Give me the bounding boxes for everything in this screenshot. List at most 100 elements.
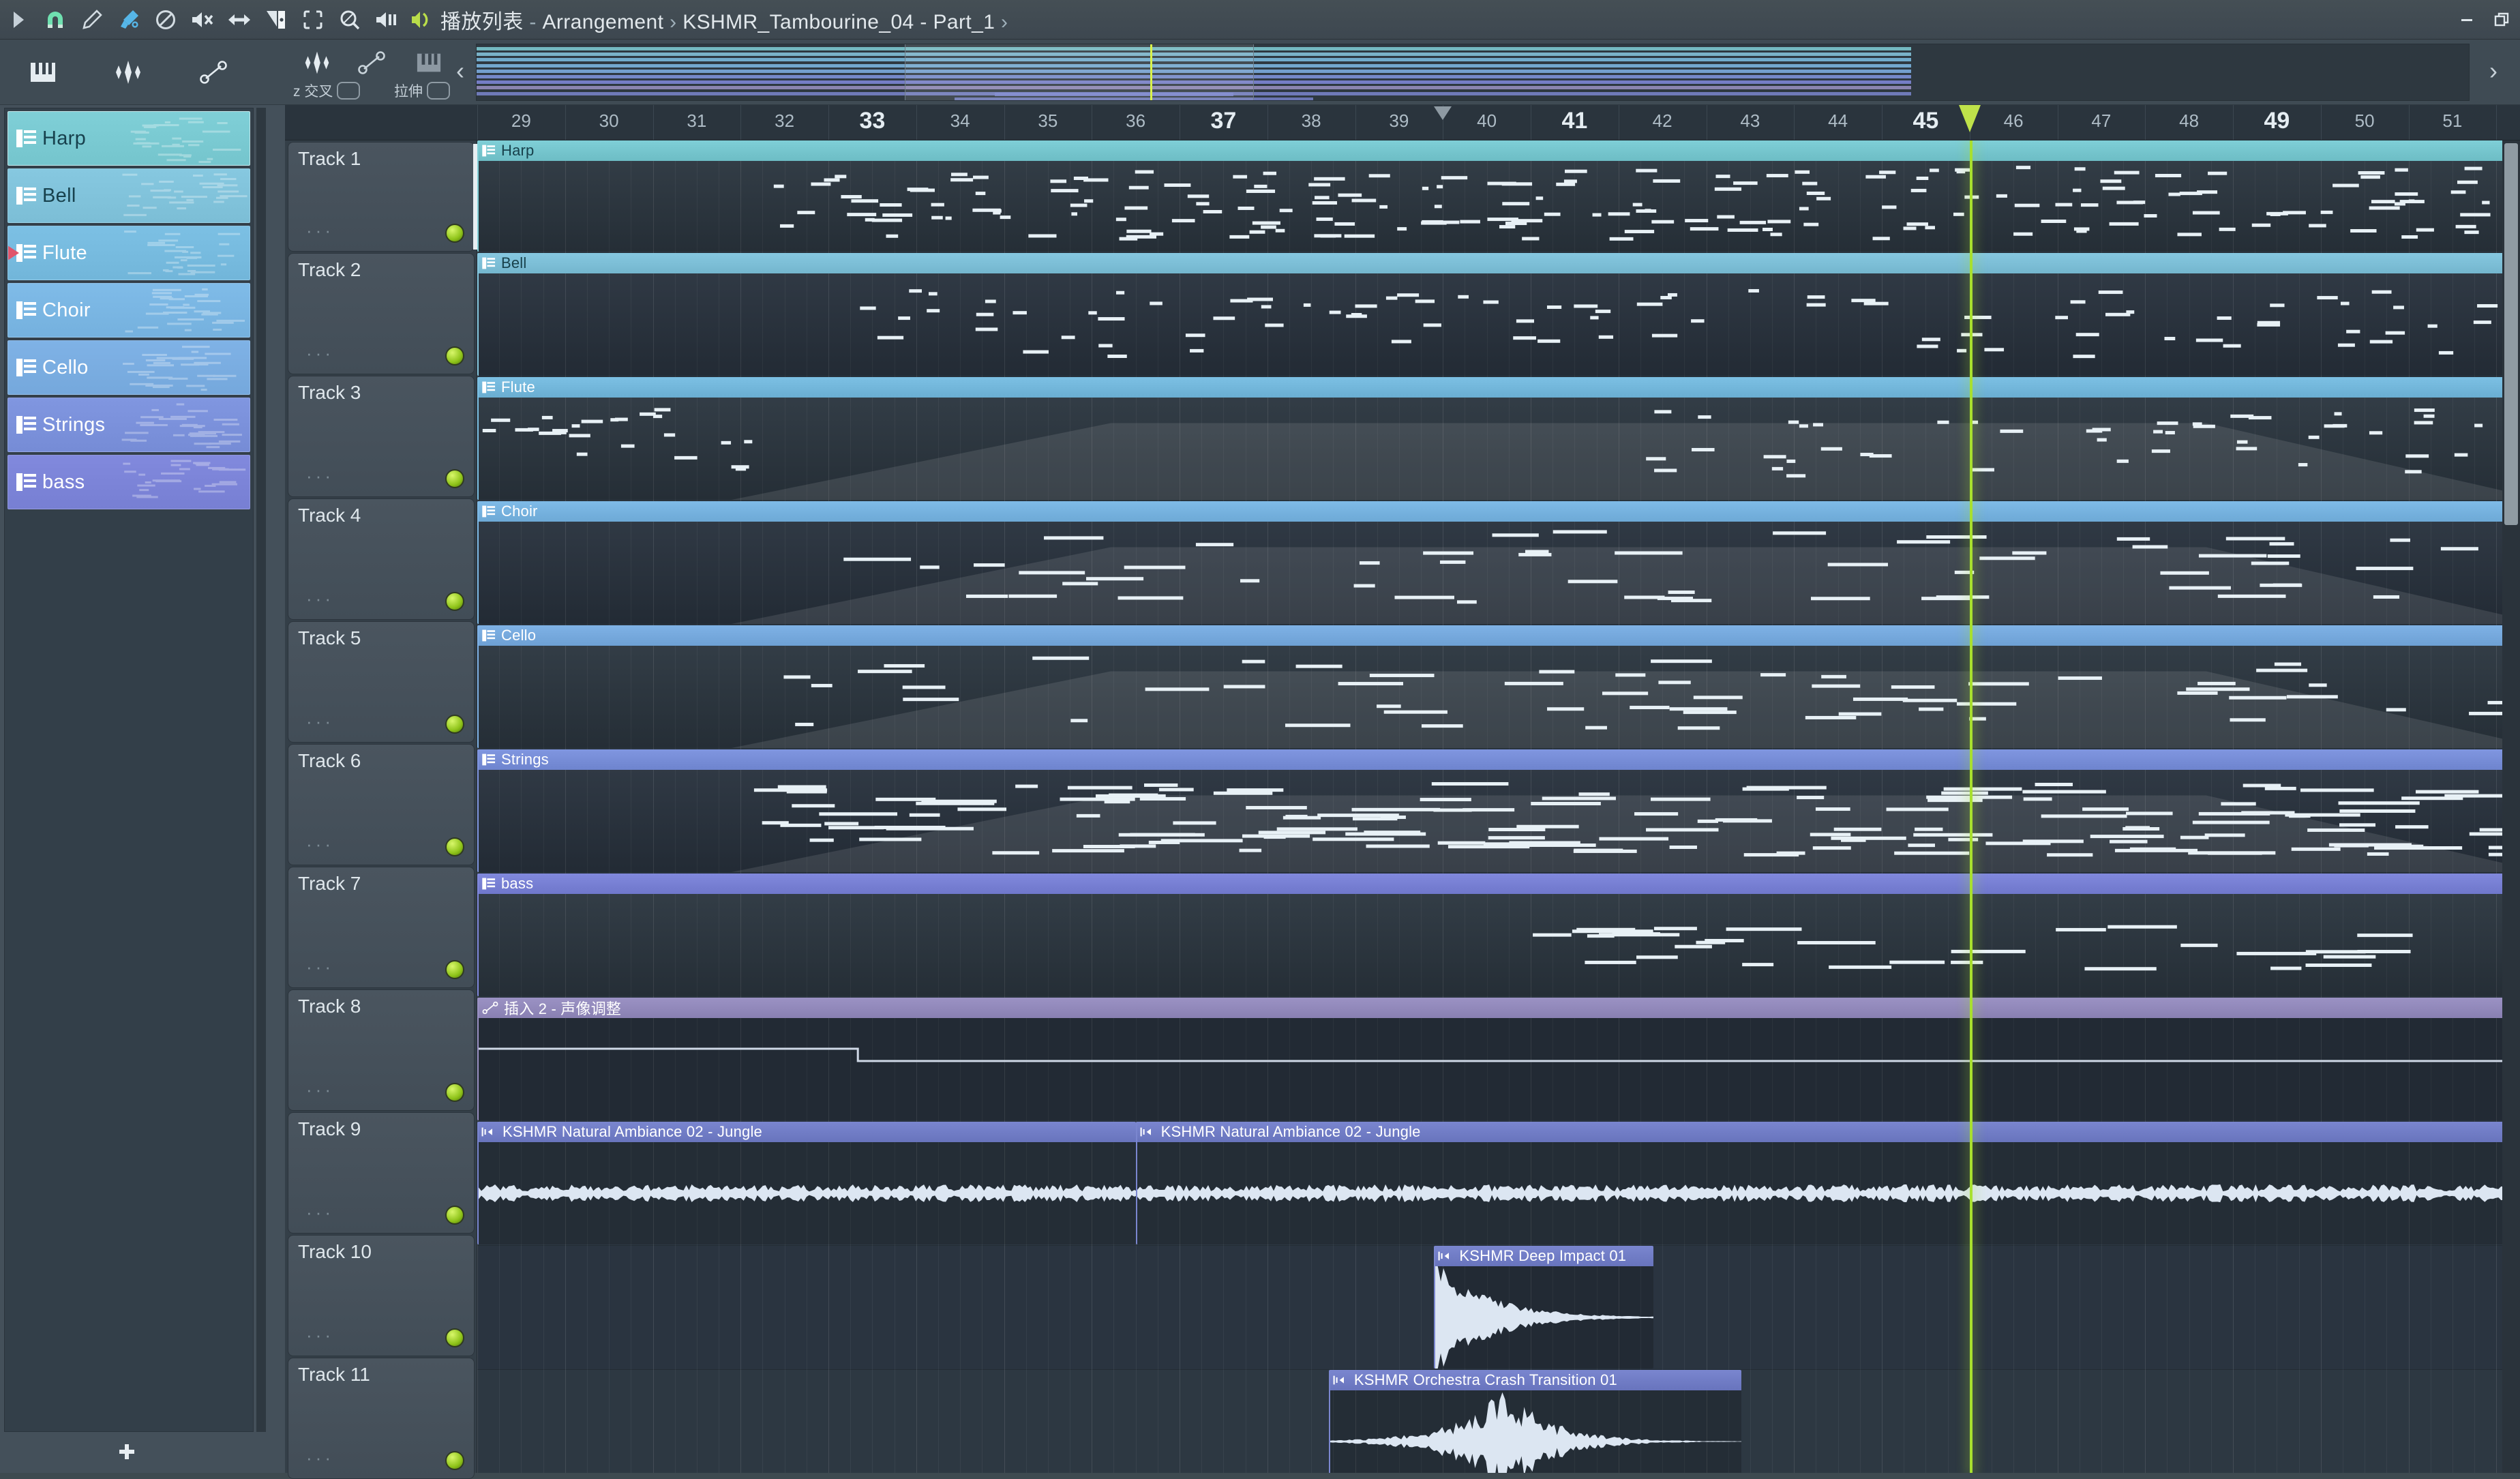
add-pattern-button[interactable] xyxy=(0,1436,254,1467)
track-header[interactable]: Track 7··· xyxy=(288,867,475,988)
clip-pattern[interactable]: Bell xyxy=(477,253,2520,376)
track-options-menu[interactable]: ··· xyxy=(306,834,334,855)
crossfade-control[interactable]: z 交叉 xyxy=(293,80,360,101)
clip-pattern[interactable]: Choir xyxy=(477,501,2520,624)
magnet-snap-icon[interactable] xyxy=(37,0,74,40)
track-enable-led[interactable] xyxy=(445,1206,464,1225)
scroll-left-icon[interactable]: ‹ xyxy=(449,46,472,95)
arrangement-grid[interactable]: Harp BellFlute Choir Cello Strings bass 插入 2 -… xyxy=(477,140,2520,1473)
track-enable-led[interactable] xyxy=(445,469,464,488)
slip-arrows-icon[interactable] xyxy=(221,0,258,40)
clip-pattern[interactable]: Harp xyxy=(477,140,2520,252)
track-options-menu[interactable]: ··· xyxy=(306,1202,334,1223)
restore-button[interactable] xyxy=(2485,0,2520,40)
track-enable-led[interactable] xyxy=(445,346,464,365)
clip-body[interactable] xyxy=(479,646,2520,748)
track-enable-led[interactable] xyxy=(445,1451,464,1470)
track-enable-led[interactable] xyxy=(445,592,464,611)
track-header[interactable]: Track 6··· xyxy=(288,744,475,865)
track-header[interactable]: Track 3··· xyxy=(288,376,475,497)
clip-header[interactable]: Cello xyxy=(479,625,2520,646)
picker-scrollbar-track[interactable] xyxy=(256,108,266,1432)
track-options-menu[interactable]: ··· xyxy=(306,1448,334,1469)
stretch-toggle[interactable] xyxy=(427,82,450,100)
overview-viewport-selection[interactable] xyxy=(905,44,1253,100)
timeline-ruler[interactable]: 2930313233343536373839404142434445464748… xyxy=(285,105,2520,140)
track-header[interactable]: Track 1··· xyxy=(288,142,475,252)
picker-item-cello[interactable]: Cello xyxy=(7,340,250,395)
pencil-draw-icon[interactable] xyxy=(74,0,110,40)
clip-body[interactable] xyxy=(479,273,2520,376)
clip-body[interactable] xyxy=(479,1142,1136,1244)
clip-audio[interactable]: KSHMR Natural Ambiance 02 - Jungle xyxy=(1136,1122,2520,1244)
clip-header[interactable]: Choir xyxy=(479,501,2520,522)
mute-x-icon[interactable] xyxy=(184,0,221,40)
clip-header[interactable]: 插入 2 - 声像调整 xyxy=(479,998,2520,1018)
clip-pattern[interactable]: Strings xyxy=(477,749,2520,872)
minimize-button[interactable] xyxy=(2449,0,2485,40)
track-options-menu[interactable]: ··· xyxy=(306,957,334,978)
clip-pattern[interactable]: Cello xyxy=(477,625,2520,748)
slice-blade-icon[interactable] xyxy=(258,0,295,40)
clip-body[interactable] xyxy=(479,1018,2520,1120)
track-header[interactable]: Track 8··· xyxy=(288,989,475,1111)
clip-header[interactable]: Harp xyxy=(479,140,2520,161)
clip-body[interactable] xyxy=(479,522,2520,624)
track-header[interactable]: Track 4··· xyxy=(288,498,475,620)
zoom-magnifier-icon[interactable] xyxy=(331,0,368,40)
track-header[interactable]: Track 2··· xyxy=(288,253,475,374)
track-options-menu[interactable]: ··· xyxy=(306,1325,334,1346)
clip-header[interactable]: KSHMR Deep Impact 01 xyxy=(1435,1246,1653,1266)
clip-audio[interactable]: KSHMR Natural Ambiance 02 - Jungle xyxy=(477,1122,1136,1244)
picker-item-harp[interactable]: Harp xyxy=(7,111,250,166)
clip-body[interactable] xyxy=(1435,1266,1653,1369)
clip-header[interactable]: Strings xyxy=(479,749,2520,770)
track-enable-led[interactable] xyxy=(445,1083,464,1102)
clip-body[interactable] xyxy=(479,894,2520,996)
track-options-menu[interactable]: ··· xyxy=(306,466,334,487)
ruler-playhead-marker[interactable] xyxy=(1959,105,1981,132)
track-header[interactable]: Track 9··· xyxy=(288,1112,475,1234)
delete-slash-icon[interactable] xyxy=(147,0,184,40)
automation-node-icon[interactable] xyxy=(170,40,256,105)
track-enable-led[interactable] xyxy=(445,837,464,856)
clip-audio[interactable]: KSHMR Orchestra Crash Transition 01 xyxy=(1329,1370,1741,1473)
track-options-menu[interactable]: ··· xyxy=(306,711,334,732)
picker-item-choir[interactable]: Choir xyxy=(7,283,250,338)
clip-automation[interactable]: 插入 2 - 声像调整 xyxy=(477,998,2520,1120)
clip-header[interactable]: bass xyxy=(479,873,2520,894)
clip-body[interactable] xyxy=(479,161,2520,252)
arrangement-overview[interactable] xyxy=(476,44,2470,101)
track-enable-led[interactable] xyxy=(445,1328,464,1347)
audio-wave-icon[interactable] xyxy=(85,40,170,105)
piano-roll-icon[interactable] xyxy=(0,40,85,105)
clip-picker-list[interactable]: HarpBellFluteChoirCelloStringsbass xyxy=(4,108,254,1432)
track-options-menu[interactable]: ··· xyxy=(306,220,334,241)
picker-item-flute[interactable]: Flute xyxy=(7,226,250,280)
ruler-marker-icon[interactable] xyxy=(1434,106,1452,120)
clip-body[interactable] xyxy=(1137,1142,2520,1244)
playback-speaker-icon[interactable] xyxy=(368,0,405,40)
track-enable-led[interactable] xyxy=(445,224,464,243)
picker-item-bass[interactable]: bass xyxy=(7,455,250,509)
clip-body[interactable] xyxy=(1330,1390,1741,1473)
play-arrow-icon[interactable] xyxy=(0,0,37,40)
clip-header[interactable]: KSHMR Natural Ambiance 02 - Jungle xyxy=(1137,1122,2520,1142)
track-header[interactable]: Track 11··· xyxy=(288,1358,475,1479)
clip-body[interactable] xyxy=(479,398,2520,500)
clip-audio[interactable]: KSHMR Deep Impact 01 xyxy=(1434,1246,1653,1369)
vertical-scrollbar-thumb[interactable] xyxy=(2504,143,2518,525)
picker-item-strings[interactable]: Strings xyxy=(7,398,250,452)
clip-header[interactable]: KSHMR Orchestra Crash Transition 01 xyxy=(1330,1370,1741,1390)
piano-roll-icon[interactable] xyxy=(402,45,455,80)
clip-header[interactable]: Flute xyxy=(479,377,2520,398)
track-options-menu[interactable]: ··· xyxy=(306,1079,334,1101)
vertical-scrollbar[interactable] xyxy=(2502,140,2520,1473)
picker-item-bell[interactable]: Bell xyxy=(7,168,250,223)
scroll-right-icon[interactable]: › xyxy=(2482,46,2505,95)
automation-node-icon[interactable] xyxy=(345,45,398,80)
track-options-menu[interactable]: ··· xyxy=(306,588,334,610)
audio-wave-icon[interactable] xyxy=(290,45,344,80)
crossfade-toggle[interactable] xyxy=(337,82,360,100)
track-header[interactable]: Track 5··· xyxy=(288,621,475,743)
